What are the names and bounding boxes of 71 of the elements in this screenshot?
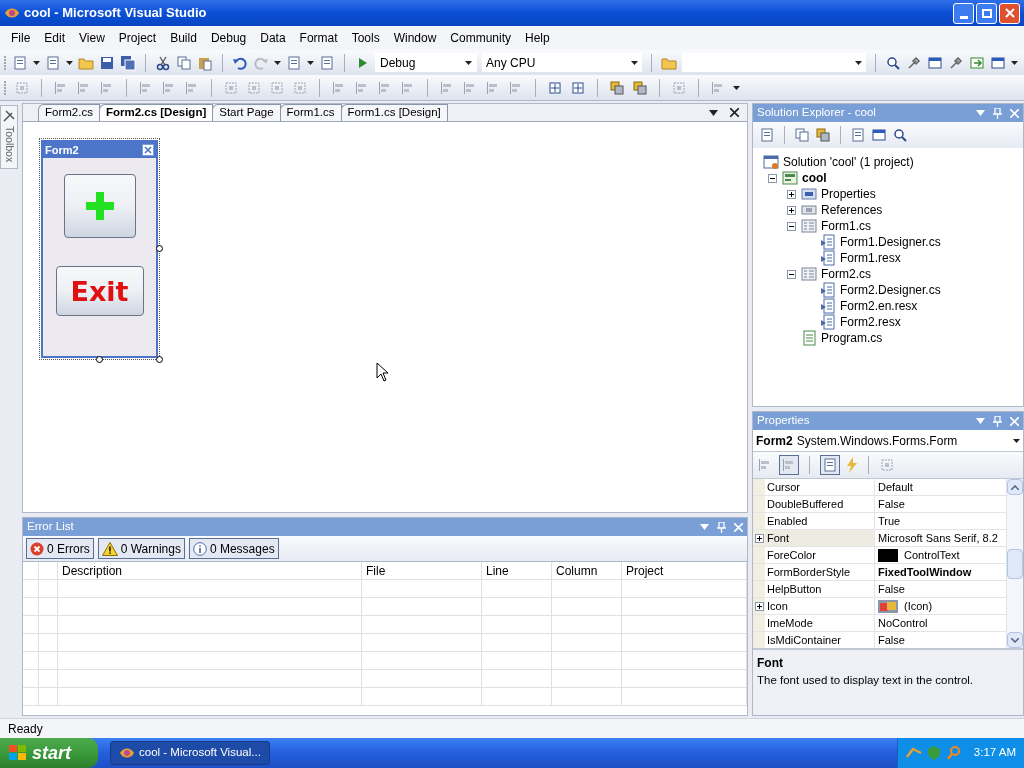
tree-item[interactable]: Form2.en.resx — [840, 297, 918, 315]
window-title: cool - Microsoft Visual Studio — [24, 4, 208, 23]
menu-item[interactable]: Data — [253, 29, 293, 47]
menu-item[interactable]: View — [72, 29, 112, 47]
tree-item[interactable]: Solution 'cool' (1 project) — [783, 153, 914, 171]
property-value[interactable]: Microsoft Sans Serif, 8.2 — [878, 529, 998, 547]
panel-title: Solution Explorer - cool — [757, 105, 877, 121]
exit-button[interactable]: Exit — [55, 266, 144, 316]
menu-item[interactable]: Community — [443, 29, 518, 47]
menu-item[interactable]: Build — [163, 29, 204, 47]
column-header[interactable]: Line — [486, 562, 509, 580]
property-value[interactable]: True — [878, 512, 901, 530]
document-tab[interactable]: Form2.cs [Design] — [98, 104, 214, 121]
panel-title: Error List — [27, 519, 75, 535]
tree-item[interactable]: Form2.resx — [840, 313, 901, 331]
document-tab[interactable]: Form1.cs [Design] — [340, 104, 448, 121]
form-title: Form2 — [45, 142, 80, 158]
property-value[interactable]: (Icon) — [904, 597, 933, 615]
property-value[interactable]: ControlText — [904, 546, 960, 564]
column-header[interactable]: Description — [62, 562, 123, 580]
toolbox-tab[interactable]: Toolbox — [0, 105, 18, 169]
tree-item[interactable]: References — [821, 201, 883, 219]
menu-item[interactable]: File — [4, 29, 38, 47]
document-tab[interactable]: Start Page — [212, 104, 281, 121]
property-name[interactable]: ImeMode — [765, 615, 875, 631]
property-name[interactable]: ForeColor — [765, 547, 875, 563]
menu-item[interactable]: Window — [386, 29, 444, 47]
description-title: Font — [757, 655, 784, 672]
tree-item[interactable]: Properties — [821, 185, 876, 203]
status-text: Ready — [8, 720, 43, 738]
tree-item[interactable]: Form2.cs — [821, 265, 871, 283]
property-name[interactable]: FormBorderStyle — [765, 564, 875, 580]
property-value[interactable]: False — [878, 495, 905, 513]
description-text: The font used to display text in the control. — [757, 673, 975, 688]
property-value[interactable]: Default — [878, 478, 913, 496]
tree-item[interactable]: Form1.Designer.cs — [840, 233, 941, 251]
document-tab[interactable]: Form2.cs — [38, 104, 100, 121]
tree-item[interactable]: Form1.resx — [840, 249, 901, 267]
platform-dropdown[interactable]: Any CPU — [482, 53, 642, 72]
property-name[interactable]: Icon — [765, 598, 875, 614]
taskbar-button[interactable]: cool - Microsoft Visual... — [110, 741, 270, 765]
column-header[interactable]: File — [366, 562, 386, 580]
filter-button[interactable]: 0 Warnings — [97, 538, 185, 559]
tree-item[interactable]: Form2.Designer.cs — [840, 281, 941, 299]
clock: 3:17 AM — [973, 745, 1016, 761]
property-name[interactable]: Enabled — [765, 513, 875, 529]
menu-item[interactable]: Edit — [37, 29, 73, 47]
menu-item[interactable]: Project — [111, 29, 164, 47]
tree-item[interactable]: cool — [802, 169, 827, 187]
menu-item[interactable]: Help — [518, 29, 557, 47]
property-value[interactable]: False — [878, 631, 905, 649]
configuration-dropdown[interactable]: Debug — [375, 53, 477, 72]
property-name[interactable]: Font — [765, 530, 875, 546]
column-header[interactable]: Project — [626, 562, 664, 580]
property-value[interactable]: NoControl — [878, 614, 928, 632]
menu-item[interactable]: Debug — [203, 29, 254, 47]
property-name[interactable]: DoubleBuffered — [765, 496, 875, 512]
panel-title: Properties — [757, 413, 811, 429]
tree-item[interactable]: Program.cs — [821, 329, 883, 347]
column-header[interactable]: Column — [556, 562, 598, 580]
start-button[interactable]: start — [0, 738, 98, 768]
filter-button[interactable]: 0 Messages — [188, 538, 279, 559]
property-value[interactable]: FixedToolWindow — [878, 563, 972, 581]
document-tab[interactable]: Form1.cs — [279, 104, 342, 121]
filter-button[interactable]: 0 Errors — [26, 538, 94, 559]
menu-item[interactable]: Format — [292, 29, 345, 47]
menu-item[interactable]: Tools — [344, 29, 387, 47]
tree-item[interactable]: Form1.cs — [821, 217, 871, 235]
property-name[interactable]: HelpButton — [765, 581, 875, 597]
property-value[interactable]: False — [878, 580, 905, 598]
property-name[interactable]: Cursor — [765, 479, 875, 495]
